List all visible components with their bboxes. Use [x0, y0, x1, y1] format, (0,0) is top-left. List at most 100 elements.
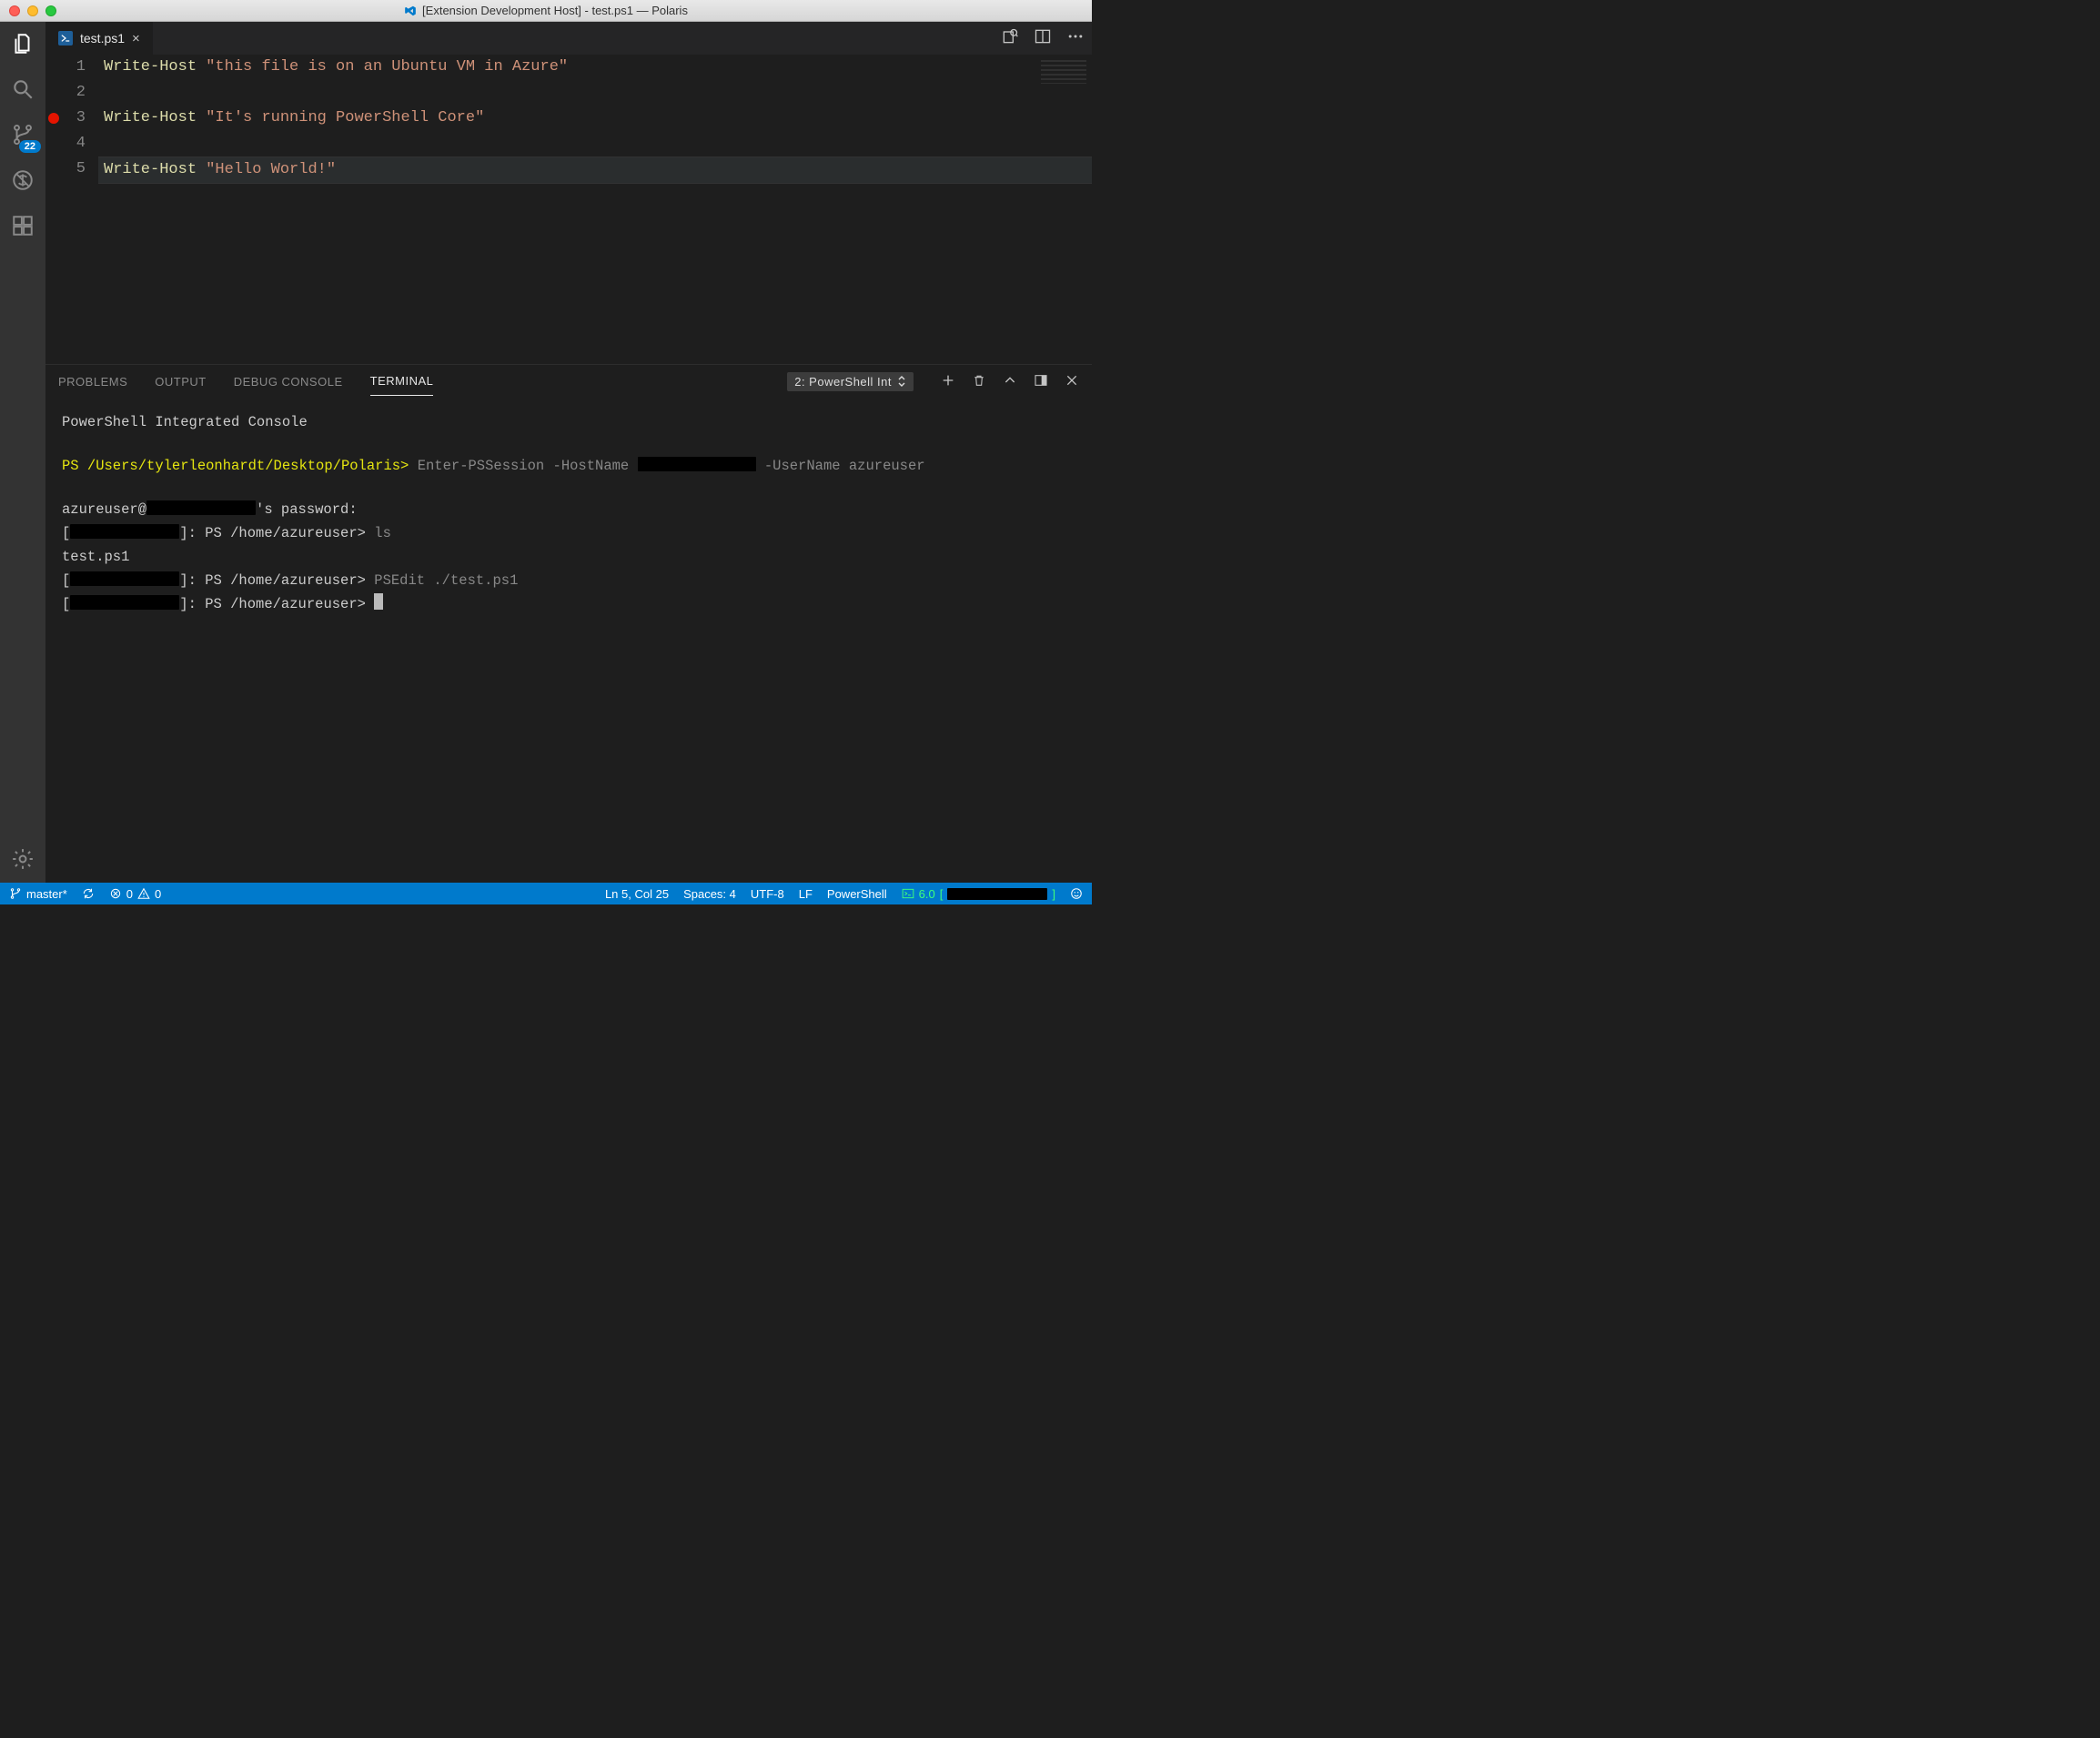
panel-tab-terminal[interactable]: TERMINAL — [370, 367, 434, 396]
terminal-line: []: PS /home/azureuser> PSEdit ./test.ps… — [62, 569, 1075, 592]
terminal-line: PS /Users/tylerleonhardt/Desktop/Polaris… — [62, 454, 1075, 478]
tab-close-button[interactable]: × — [132, 32, 140, 45]
close-panel-button[interactable] — [1065, 373, 1079, 390]
window-title-text: [Extension Development Host] - test.ps1 … — [422, 4, 688, 17]
window-title: [Extension Development Host] - test.ps1 … — [0, 4, 1092, 17]
main-area: 22 test.ps1 × — [0, 22, 1092, 883]
open-changes-button[interactable] — [1001, 27, 1019, 50]
sync-icon — [82, 887, 95, 900]
line-number-gutter: 12345 — [62, 55, 98, 364]
terminal-actions — [941, 373, 1079, 390]
terminal-line: []: PS /home/azureuser> — [62, 592, 1075, 616]
activity-search[interactable] — [10, 76, 35, 102]
terminal-line: []: PS /home/azureuser> ls — [62, 521, 1075, 545]
window-controls — [0, 5, 56, 16]
code-line[interactable]: Write-Host "Hello World!" — [98, 157, 1092, 184]
status-feedback[interactable] — [1070, 887, 1083, 900]
chevron-up-icon — [1003, 373, 1017, 388]
status-encoding[interactable]: UTF-8 — [751, 887, 784, 901]
redacted-hostname — [638, 457, 756, 471]
redacted-host — [70, 524, 179, 539]
breakpoint-marker[interactable] — [48, 113, 59, 124]
more-actions-button[interactable] — [1066, 27, 1085, 50]
search-icon — [11, 77, 35, 101]
ellipsis-icon — [1066, 27, 1085, 45]
vscode-icon — [404, 5, 417, 17]
new-terminal-button[interactable] — [941, 373, 955, 390]
kill-terminal-button[interactable] — [972, 373, 986, 390]
close-icon — [1065, 373, 1079, 388]
panel: PROBLEMS OUTPUT DEBUG CONSOLE TERMINAL 2… — [45, 364, 1092, 883]
editor-tab[interactable]: test.ps1 × — [45, 22, 154, 55]
editor-group: test.ps1 × 12345 Write-Host "this file i… — [45, 22, 1092, 883]
terminal-prompt-icon — [902, 887, 914, 900]
branch-label: master* — [26, 887, 67, 901]
plus-icon — [941, 373, 955, 388]
scm-badge: 22 — [19, 140, 41, 153]
terminal-selector[interactable]: 2: PowerShell Int — [787, 372, 914, 391]
terminal-cursor — [374, 593, 383, 610]
window-close-button[interactable] — [9, 5, 20, 16]
terminal-line: azureuser@'s password: — [62, 498, 1075, 521]
split-editor-button[interactable] — [1034, 27, 1052, 50]
status-sync[interactable] — [82, 887, 95, 900]
line-number: 4 — [62, 131, 86, 157]
panel-tab-problems[interactable]: PROBLEMS — [58, 368, 127, 396]
window-minimize-button[interactable] — [27, 5, 38, 16]
code-line[interactable] — [98, 131, 1092, 157]
status-branch[interactable]: master* — [9, 887, 67, 901]
breakpoint-gutter[interactable] — [45, 55, 62, 364]
activity-extensions[interactable] — [10, 213, 35, 238]
powershell-file-icon — [58, 31, 73, 45]
window-titlebar: [Extension Development Host] - test.ps1 … — [0, 0, 1092, 22]
status-bar: master* 0 0 Ln 5, Col 25 Spaces: 4 UTF-8… — [0, 883, 1092, 904]
status-powershell-version[interactable]: 6.0 [] — [902, 887, 1055, 901]
smiley-icon — [1070, 887, 1083, 900]
status-problems[interactable]: 0 0 — [109, 887, 161, 901]
line-number: 5 — [62, 157, 86, 182]
maximize-panel-button[interactable] — [1003, 373, 1017, 390]
terminal[interactable]: PowerShell Integrated Console PS /Users/… — [45, 398, 1092, 883]
select-arrows-icon — [897, 376, 906, 387]
code-line[interactable]: Write-Host "It's running PowerShell Core… — [98, 106, 1092, 131]
split-icon — [1034, 27, 1052, 45]
panel-tab-output[interactable]: OUTPUT — [155, 368, 206, 396]
activity-explorer[interactable] — [10, 31, 35, 56]
editor-tabbar: test.ps1 × — [45, 22, 1092, 55]
activity-bar: 22 — [0, 22, 45, 883]
line-number: 3 — [62, 106, 86, 131]
gear-icon — [11, 847, 35, 871]
activity-debug[interactable] — [10, 167, 35, 193]
terminal-selector-label: 2: PowerShell Int — [794, 375, 892, 389]
status-cursor-position[interactable]: Ln 5, Col 25 — [605, 887, 669, 901]
activity-scm[interactable]: 22 — [10, 122, 35, 147]
status-indentation[interactable]: Spaces: 4 — [683, 887, 736, 901]
bug-slash-icon — [11, 168, 35, 192]
warning-icon — [137, 887, 150, 900]
panel-tabs: PROBLEMS OUTPUT DEBUG CONSOLE TERMINAL 2… — [45, 365, 1092, 398]
ps-version-label: 6.0 — [919, 887, 935, 901]
redacted-host — [146, 500, 256, 515]
redacted-ps-detail — [947, 888, 1047, 900]
panel-tab-debug[interactable]: DEBUG CONSOLE — [234, 368, 343, 396]
activity-settings[interactable] — [10, 846, 35, 872]
code-line[interactable]: Write-Host "this file is on an Ubuntu VM… — [98, 55, 1092, 80]
toggle-panel-position-button[interactable] — [1034, 373, 1048, 390]
code-line[interactable] — [98, 80, 1092, 106]
status-language[interactable]: PowerShell — [827, 887, 887, 901]
terminal-line: test.ps1 — [62, 545, 1075, 569]
code-area[interactable]: Write-Host "this file is on an Ubuntu VM… — [98, 55, 1092, 364]
window-zoom-button[interactable] — [45, 5, 56, 16]
tab-filename: test.ps1 — [80, 31, 125, 45]
extensions-icon — [11, 214, 35, 237]
error-count: 0 — [126, 887, 133, 901]
terminal-line: PowerShell Integrated Console — [62, 410, 1075, 434]
files-icon — [11, 32, 35, 56]
line-number: 1 — [62, 55, 86, 80]
error-icon — [109, 887, 122, 900]
status-eol[interactable]: LF — [799, 887, 813, 901]
branch-icon — [9, 887, 22, 900]
code-editor[interactable]: 12345 Write-Host "this file is on an Ubu… — [45, 55, 1092, 364]
editor-actions — [1001, 22, 1085, 55]
redacted-host — [70, 595, 179, 610]
